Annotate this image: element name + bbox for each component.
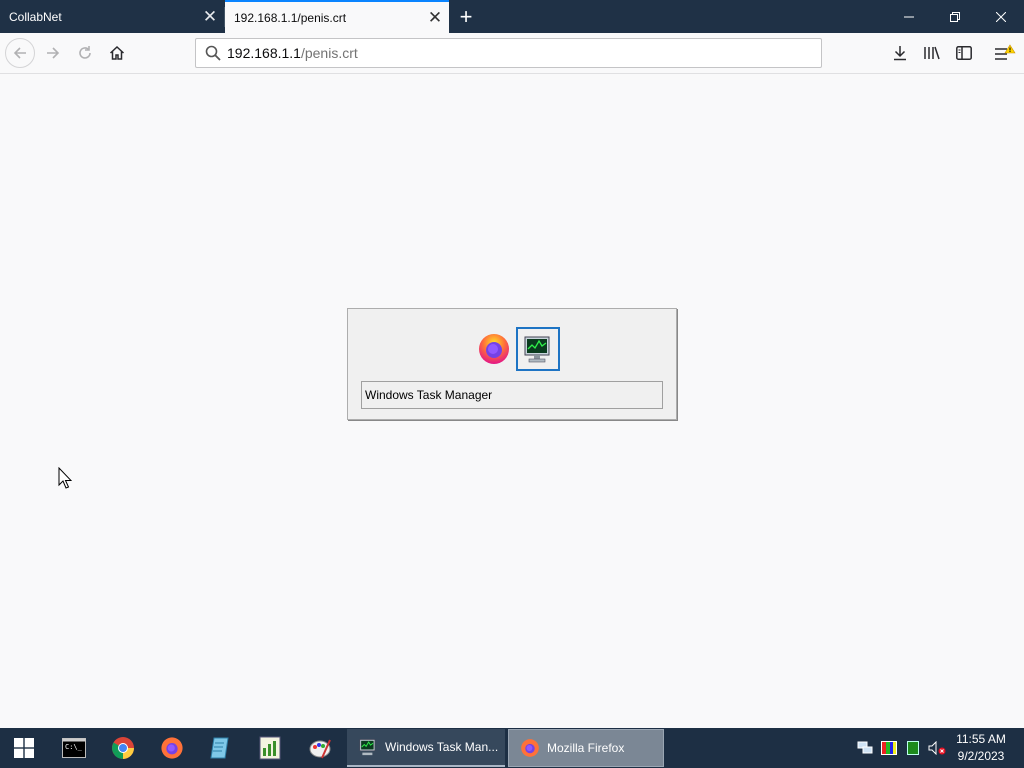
start-button[interactable] xyxy=(0,728,48,768)
close-icon[interactable]: ✕ xyxy=(196,0,224,33)
url-bar[interactable]: 192.168.1.1/penis.crt xyxy=(195,38,822,68)
reload-button[interactable] xyxy=(70,38,100,68)
hamburger-menu-icon xyxy=(995,44,1016,60)
back-button[interactable] xyxy=(5,38,35,68)
tray-color[interactable] xyxy=(877,728,901,768)
url-text[interactable]: 192.168.1.1/penis.crt xyxy=(227,45,358,61)
notepad-icon xyxy=(210,737,229,759)
search-icon xyxy=(199,45,227,61)
switcher-item-firefox[interactable] xyxy=(472,327,516,371)
terminal-icon: C:\_ xyxy=(62,738,86,758)
firefox-icon xyxy=(161,737,183,759)
taskbar-spreadsheet[interactable] xyxy=(246,728,294,768)
menu-button[interactable] xyxy=(990,38,1020,68)
task-manager-icon xyxy=(524,336,550,363)
clock-time: 11:55 AM xyxy=(956,732,1006,746)
sidebar-icon xyxy=(956,46,972,60)
switcher-selected-title: Windows Task Manager xyxy=(361,381,663,409)
green-app-icon xyxy=(907,741,919,755)
tray-volume[interactable] xyxy=(925,728,949,768)
clock-date: 9/2/2023 xyxy=(957,749,1005,763)
task-manager-icon xyxy=(357,736,379,758)
color-icon xyxy=(881,741,897,755)
taskbar-firefox[interactable] xyxy=(148,728,196,768)
network-icon xyxy=(857,741,873,754)
task-label: Mozilla Firefox xyxy=(547,741,625,755)
mouse-cursor-icon xyxy=(58,467,72,489)
download-icon xyxy=(894,46,906,61)
url-path: /penis.crt xyxy=(300,45,358,61)
chrome-icon xyxy=(112,737,134,759)
taskbar-notepad[interactable] xyxy=(197,728,245,768)
tab-collabnet[interactable]: CollabNet ✕ xyxy=(0,0,224,33)
task-label: Windows Task Man... xyxy=(385,740,499,754)
library-icon xyxy=(924,46,940,60)
switcher-icons xyxy=(472,327,560,371)
forward-button[interactable] xyxy=(38,38,68,68)
tray-green-app[interactable] xyxy=(901,728,925,768)
home-button[interactable] xyxy=(102,38,132,68)
tab-label: CollabNet xyxy=(9,9,62,24)
volume-muted-icon xyxy=(928,741,946,755)
switcher-item-task-manager[interactable] xyxy=(516,327,560,371)
taskbar: C:\_ Windows Task Man... Mozilla Firefox xyxy=(0,728,1024,768)
firefox-icon xyxy=(479,334,509,364)
taskbar-task-firefox[interactable]: Mozilla Firefox xyxy=(508,729,664,767)
windows-start-icon xyxy=(14,738,34,758)
minimize-button[interactable] xyxy=(886,0,932,33)
taskbar-clock[interactable]: 11:55 AM 9/2/2023 xyxy=(948,728,1014,768)
downloads-button[interactable] xyxy=(885,38,915,68)
close-icon xyxy=(996,11,1006,22)
navigation-toolbar: 192.168.1.1/penis.crt xyxy=(0,33,1024,74)
restore-button[interactable] xyxy=(932,0,978,33)
taskbar-paint[interactable] xyxy=(296,728,344,768)
back-arrow-icon xyxy=(13,47,26,59)
home-icon xyxy=(109,45,125,60)
firefox-icon xyxy=(519,737,541,759)
tab-strip: CollabNet ✕ 192.168.1.1/penis.crt ✕ + xyxy=(0,0,1024,33)
forward-arrow-icon xyxy=(47,47,60,59)
close-icon[interactable]: ✕ xyxy=(421,1,449,34)
taskbar-terminal[interactable]: C:\_ xyxy=(50,728,98,768)
library-button[interactable] xyxy=(917,38,947,68)
minimize-icon xyxy=(904,16,914,17)
tab-penis-crt[interactable]: 192.168.1.1/penis.crt ✕ xyxy=(225,0,449,33)
reload-icon xyxy=(79,46,91,59)
paint-icon xyxy=(309,739,331,759)
tab-label: 192.168.1.1/penis.crt xyxy=(234,10,347,25)
new-tab-button[interactable]: + xyxy=(452,0,480,33)
taskbar-chrome[interactable] xyxy=(99,728,147,768)
close-window-button[interactable] xyxy=(978,0,1024,33)
sidebar-button[interactable] xyxy=(949,38,979,68)
url-host: 192.168.1.1 xyxy=(227,45,301,61)
tray-network[interactable] xyxy=(853,728,877,768)
taskbar-task-task-manager[interactable]: Windows Task Man... xyxy=(347,729,505,767)
task-switcher: Windows Task Manager xyxy=(347,308,677,420)
restore-icon xyxy=(950,11,960,22)
spreadsheet-icon xyxy=(259,736,281,760)
svg-text:C:\_: C:\_ xyxy=(65,743,83,751)
